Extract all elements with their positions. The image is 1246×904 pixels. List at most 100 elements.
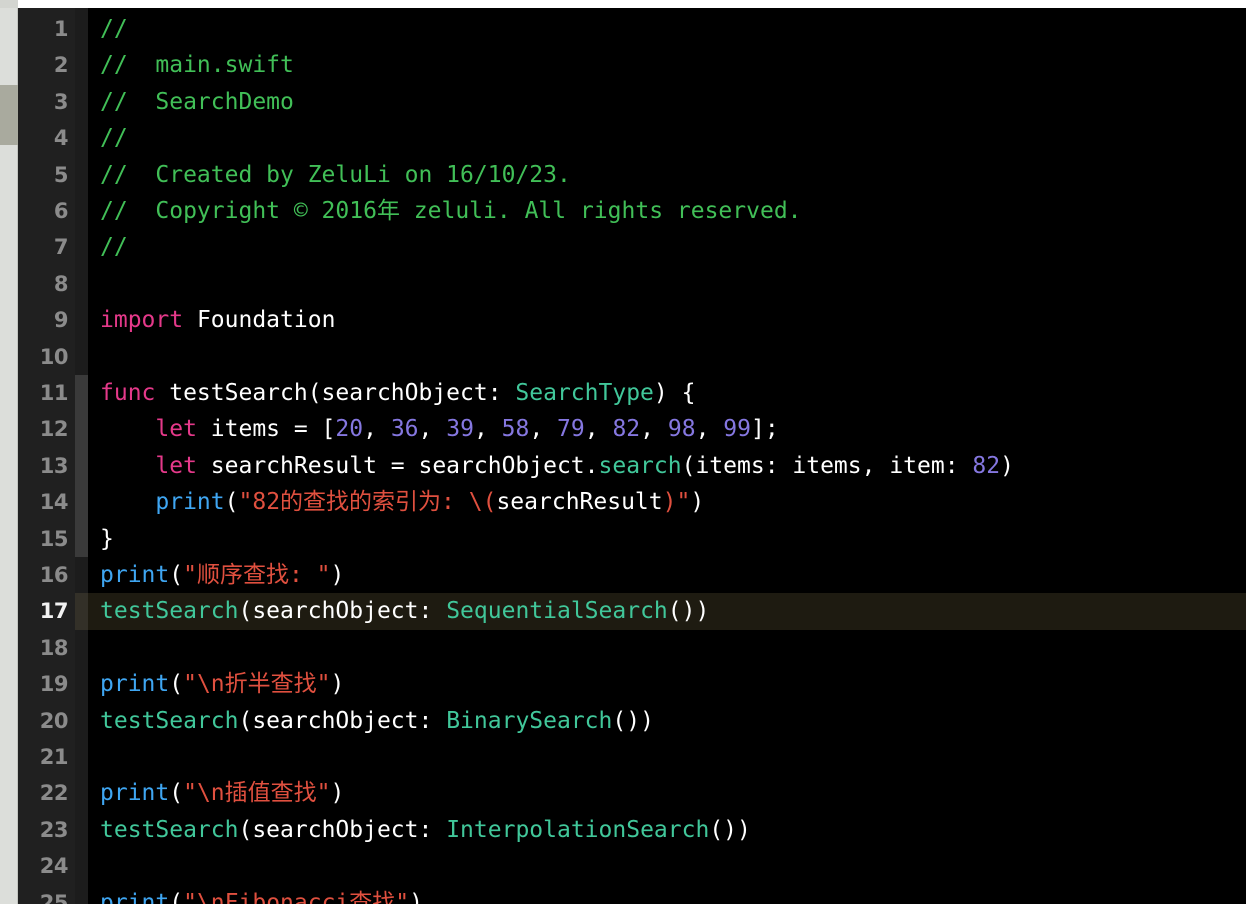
code-line-text: testSearch(searchObject: InterpolationSe… [100,812,751,848]
line-number-5[interactable]: 5 [18,157,69,193]
token-comment: // [100,125,128,152]
line-number-12[interactable]: 12 [18,411,69,447]
line-number-4[interactable]: 4 [18,120,69,156]
token-keyword: let [155,452,197,479]
token-comment: // [100,234,128,261]
token-plain: (searchObject: [238,598,447,625]
token-string: " [676,489,691,516]
code-line-24[interactable] [88,848,1246,884]
line-number-6[interactable]: 6 [18,193,69,229]
code-line-text: // [100,120,128,156]
token-plain: , [363,416,391,443]
token-func: testSearch [100,707,239,734]
line-number-13[interactable]: 13 [18,448,69,484]
token-plain: ()) [709,816,751,843]
line-number-16[interactable]: 16 [18,557,69,593]
line-number-17[interactable]: 17 [18,593,69,629]
token-number: 58 [501,416,530,443]
token-func: search [598,452,682,479]
token-plain: ( [169,671,184,698]
token-plain: searchResult = searchObject. [196,452,599,479]
line-number-22[interactable]: 22 [18,775,69,811]
code-line-2[interactable]: // main.swift [88,47,1246,83]
line-number-15[interactable]: 15 [18,521,69,557]
token-plain: ]; [750,416,779,443]
line-number-21[interactable]: 21 [18,739,69,775]
token-plain: ) [1000,452,1014,479]
code-line-7[interactable]: // [88,229,1246,265]
line-number-18[interactable]: 18 [18,630,69,666]
line-number-24[interactable]: 24 [18,848,69,884]
line-number-20[interactable]: 20 [18,703,69,739]
code-line-4[interactable]: // [88,120,1246,156]
code-line-text: testSearch(searchObject: BinarySearch()) [100,703,654,739]
code-line-12[interactable]: let items = [20, 36, 39, 58, 79, 82, 98,… [88,411,1246,447]
code-line-11[interactable]: func testSearch(searchObject: SearchType… [88,375,1246,411]
code-line-text: print("82的查找的索引为: \(searchResult)") [100,484,704,520]
token-number: 39 [446,416,474,443]
code-line-3[interactable]: // SearchDemo [88,84,1246,120]
code-line-10[interactable] [88,339,1246,375]
code-line-text: // Copyright © 2016年 zeluli. All rights … [100,193,802,229]
code-line-text: let searchResult = searchObject.search(i… [100,448,1014,484]
line-number-19[interactable]: 19 [18,666,69,702]
code-text-area[interactable]: // // main.swift // SearchDemo // // Created… [88,8,1246,904]
fold-ribbon-segment-current-line[interactable] [75,593,88,630]
token-print: print [155,489,225,516]
token-plain: ( [169,562,184,588]
fold-ribbon-segment-function-scope[interactable] [75,375,88,557]
token-plain: ) [690,489,705,516]
token-plain: items = [ [196,416,336,443]
code-line-16[interactable]: print("顺序查找: ") [88,557,1246,593]
code-line-22[interactable]: print("\n插值查找") [88,775,1246,811]
code-line-8[interactable] [88,266,1246,302]
code-line-20[interactable]: testSearch(searchObject: BinarySearch()) [88,703,1246,739]
line-number-10[interactable]: 10 [18,339,69,375]
window-top-edge [0,0,1246,8]
token-print: print [100,562,170,588]
token-number: 20 [335,416,364,443]
line-number-3[interactable]: 3 [18,84,69,120]
code-line-5[interactable]: // Created by ZeluLi on 16/10/23. [88,157,1246,193]
line-number-gutter[interactable]: 1 2 3 4 5 6 7 8 9 10 11 12 13 14 15 16 17 18 19 20 21 22 23 24 2… [18,8,75,904]
scrollbar-top-cap [0,0,18,8]
token-print: print [100,780,170,807]
code-line-6[interactable]: // Copyright © 2016年 zeluli. All rights … [88,193,1246,229]
token-plain: (items: items, item: [681,452,973,479]
line-number-9[interactable]: 9 [18,302,69,338]
line-number-2[interactable]: 2 [18,47,69,83]
code-line-text: print("\n插值查找") [100,775,344,811]
code-line-25[interactable]: print("\nFibonacci查找") [88,885,1246,904]
token-plain: , [584,416,613,443]
line-number-11[interactable]: 11 [18,375,69,411]
code-line-21[interactable] [88,739,1246,775]
code-line-text: // main.swift [100,47,294,83]
code-line-23[interactable]: testSearch(searchObject: InterpolationSe… [88,812,1246,848]
code-line-17[interactable]: testSearch(searchObject: SequentialSearc… [88,593,1246,630]
code-line-text: // [100,11,128,47]
line-number-1[interactable]: 1 [18,11,69,47]
token-string: "82的查找的索引为: [238,489,469,516]
code-line-1[interactable]: // [88,11,1246,47]
token-type: BinarySearch [446,707,613,734]
vertical-scrollbar[interactable] [0,8,18,904]
scrollbar-thumb[interactable] [0,85,18,145]
code-line-19[interactable]: print("\n折半查找") [88,666,1246,702]
code-line-text: import Foundation [100,302,335,338]
code-line-9[interactable]: import Foundation [88,302,1246,338]
token-plain: , [418,416,447,443]
line-number-14[interactable]: 14 [18,484,69,520]
code-line-text: print("\n折半查找") [100,666,344,702]
line-number-25[interactable]: 25 [18,885,69,904]
line-number-23[interactable]: 23 [18,812,69,848]
line-number-8[interactable]: 8 [18,266,69,302]
token-plain: ) [330,562,345,588]
code-fold-ribbon[interactable] [75,8,88,904]
code-line-13[interactable]: let searchResult = searchObject.search(i… [88,448,1246,484]
code-line-18[interactable] [88,630,1246,666]
line-number-7[interactable]: 7 [18,229,69,265]
token-plain: } [100,525,114,552]
code-line-14[interactable]: print("82的查找的索引为: \(searchResult)") [88,484,1246,520]
code-line-15[interactable]: } [88,521,1246,557]
token-keyword: func [100,380,156,406]
